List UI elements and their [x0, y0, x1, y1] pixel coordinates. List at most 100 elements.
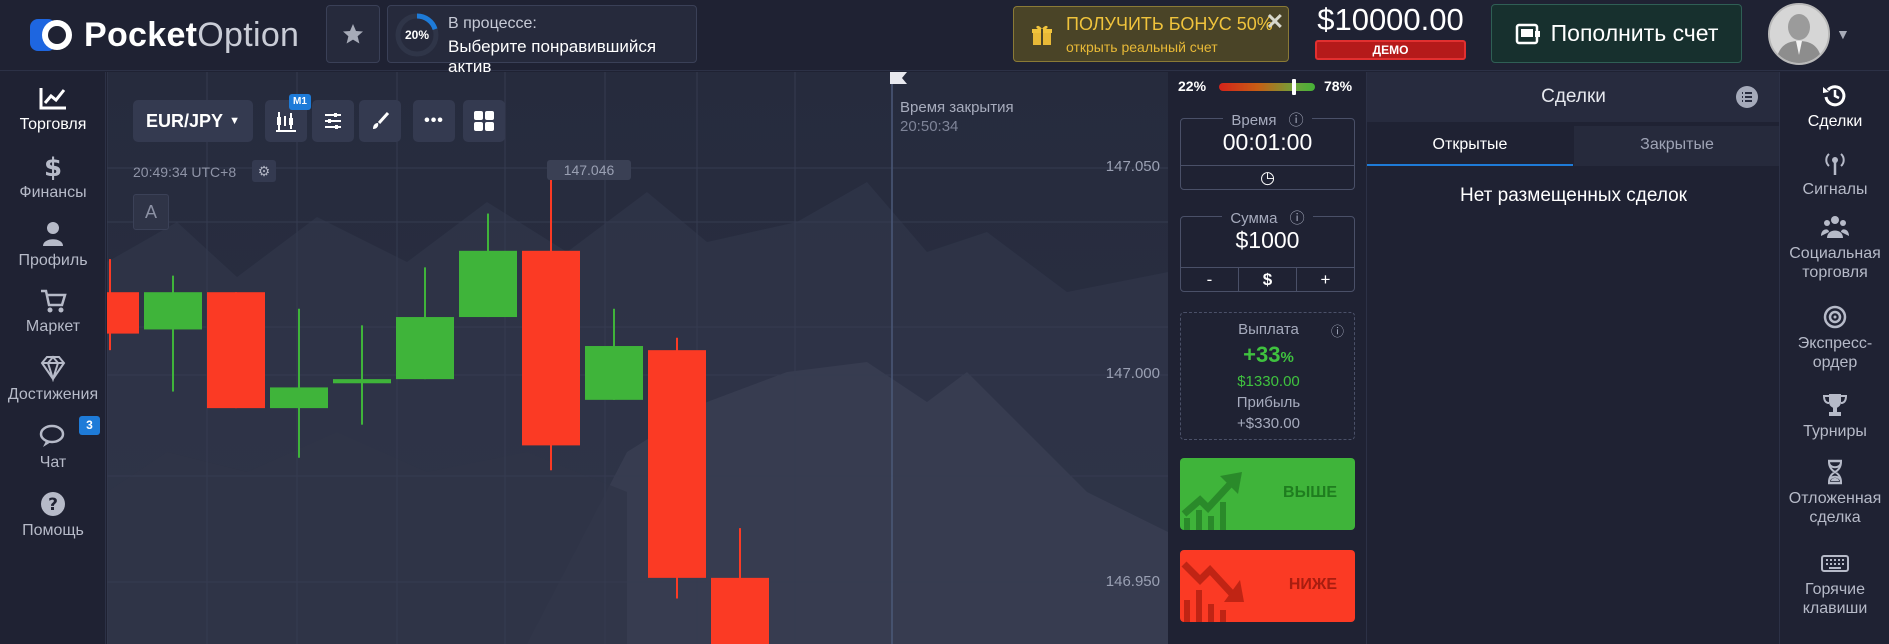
amount-label: Сумма: [1226, 210, 1282, 227]
buy-up-label: ВЫШЕ: [1283, 484, 1337, 501]
more-button[interactable]: •••: [413, 100, 455, 142]
candle-up: [585, 346, 643, 400]
time-value[interactable]: 00:01:00: [1181, 129, 1354, 156]
candle-up: [144, 292, 202, 330]
logo-mark-icon: [28, 15, 78, 55]
rnav-signals[interactable]: Сигналы: [1780, 150, 1889, 199]
deposit-label: Пополнить счет: [1550, 20, 1719, 46]
nav-help[interactable]: ? Помощь: [0, 490, 106, 540]
time-field[interactable]: Время ⓘ 00:01:00 ◷: [1180, 112, 1355, 190]
deposit-button[interactable]: Пополнить счет: [1491, 4, 1742, 63]
nav-finance[interactable]: $ Финансы: [0, 152, 106, 202]
rnav-pending-trade[interactable]: Отложенная сделка: [1780, 459, 1889, 527]
profit-value: +$330.00: [1237, 415, 1300, 432]
bonus-banner[interactable]: ПОЛУЧИТЬ БОНУС 50% открыть реальный счет…: [1013, 6, 1289, 62]
buy-up-button[interactable]: ВЫШЕ: [1180, 458, 1355, 530]
sell-down-label: НИЖЕ: [1288, 576, 1337, 593]
keyboard-icon: [1821, 555, 1849, 572]
candle-down: [648, 350, 706, 578]
tab-open-deals[interactable]: Открытые: [1367, 126, 1573, 166]
nav-profile[interactable]: Профиль: [0, 220, 106, 270]
candle-up: [270, 387, 328, 409]
chart-line-icon: [39, 88, 66, 110]
brand-name-bold: Pocket: [84, 15, 198, 54]
payout-label: Выплата: [1238, 321, 1299, 338]
timeframe-badge[interactable]: M1: [289, 94, 311, 110]
deals-tabs: Открытые Закрытые: [1367, 126, 1780, 166]
drawings-button[interactable]: [359, 100, 401, 142]
chevron-down-icon[interactable]: ▼: [1836, 26, 1850, 42]
bonus-close-icon[interactable]: ✕: [1266, 9, 1284, 35]
brand-logo[interactable]: PocketOption: [28, 12, 299, 58]
nav-achievements[interactable]: Достижения: [0, 354, 106, 404]
target-icon: [1823, 305, 1847, 329]
candle-down: [207, 292, 265, 409]
amount-currency-button[interactable]: $: [1239, 268, 1297, 291]
expiry-label: Время закрытия: [900, 99, 1014, 116]
progress-status: В процессе:: [448, 15, 537, 32]
deals-title: Сделки: [1541, 86, 1606, 107]
svg-text:$: $: [44, 153, 62, 180]
rnav-express-order[interactable]: Экспресс-ордер: [1780, 304, 1889, 372]
no-deals-message: Нет размещенных сделок: [1459, 185, 1687, 206]
nav-trading-label: Торговля: [19, 116, 87, 133]
svg-text:?: ?: [48, 495, 58, 515]
account-mode-badge[interactable]: ДЕМО: [1315, 40, 1466, 60]
auto-scale-button[interactable]: A: [133, 194, 169, 230]
rnav-hotkeys[interactable]: Горячие клавиши: [1780, 550, 1889, 618]
nav-help-label: Помощь: [22, 522, 84, 539]
clock-icon[interactable]: ◷: [1181, 166, 1354, 189]
candle-down: [711, 577, 769, 644]
nav-trading[interactable]: Торговля: [0, 84, 106, 134]
onboarding-progress[interactable]: 20% В процессе: Выберите понравившийся а…: [387, 5, 697, 76]
amount-field[interactable]: Сумма ⓘ $1000 - $ +: [1180, 210, 1355, 292]
price-chart[interactable]: EUR/JPY ▼ M1 ••• 20:49:34 UTC+8 ⚙ A 147.…: [107, 72, 1168, 644]
sentiment-sell: 22%: [1178, 78, 1207, 94]
tab-closed-deals[interactable]: Закрытые: [1574, 126, 1780, 166]
asset-selector[interactable]: EUR/JPY ▼: [133, 100, 253, 142]
rnav-social-trading[interactable]: Социальная торговля: [1780, 214, 1889, 282]
brand-name-light: Option: [197, 15, 300, 54]
nav-profile-label: Профиль: [18, 252, 88, 269]
nav-market[interactable]: Маркет: [0, 286, 106, 336]
signal-icon: [1825, 153, 1845, 175]
amount-minus-button[interactable]: -: [1181, 268, 1239, 291]
nav-chat-label: Чат: [39, 454, 67, 471]
wallet-icon: [1515, 23, 1540, 44]
brush-icon: [373, 111, 390, 129]
sentiment-marker: [1291, 79, 1296, 95]
chevron-down-icon: ▼: [229, 115, 240, 127]
account-balance[interactable]: $10000.00: [1313, 2, 1468, 38]
rnav-tournaments[interactable]: Турниры: [1780, 392, 1889, 441]
nav-finance-label: Финансы: [19, 184, 87, 201]
rnav-deals[interactable]: Сделки: [1780, 82, 1889, 131]
payout-total: $1330.00: [1237, 373, 1300, 390]
sentiment-bar: [1219, 83, 1315, 91]
trophy-icon: [1822, 394, 1848, 416]
user-avatar[interactable]: [1768, 3, 1830, 65]
list-icon[interactable]: [1736, 86, 1758, 108]
favorites-button[interactable]: [326, 5, 380, 63]
amount-value[interactable]: $1000: [1181, 227, 1354, 254]
clock-settings-gear-icon[interactable]: ⚙: [252, 160, 276, 182]
amount-plus-button[interactable]: +: [1297, 268, 1354, 291]
candles-icon: [276, 112, 296, 132]
sliders-icon: [325, 113, 341, 129]
profit-label: Прибыль: [1236, 394, 1301, 411]
indicators-button[interactable]: [312, 100, 354, 142]
chart-clock: 20:49:34 UTC+8: [133, 164, 237, 180]
amount-help-icon[interactable]: ⓘ: [1285, 210, 1309, 227]
avatar-silhouette-icon: [1770, 5, 1828, 63]
history-icon: [1823, 85, 1846, 107]
nav-market-label: Маркет: [25, 318, 81, 335]
time-help-icon[interactable]: ⓘ: [1284, 112, 1308, 129]
star-icon: [343, 24, 363, 44]
chat-icon: [39, 424, 65, 447]
more-dots-icon: •••: [424, 112, 444, 129]
layout-button[interactable]: [463, 100, 505, 142]
candle-down: [107, 292, 139, 334]
cart-icon: [41, 289, 67, 313]
sell-down-button[interactable]: НИЖЕ: [1180, 550, 1355, 622]
payout-help-icon[interactable]: ⓘ: [1331, 321, 1344, 340]
chat-unread-badge: 3: [79, 416, 100, 435]
